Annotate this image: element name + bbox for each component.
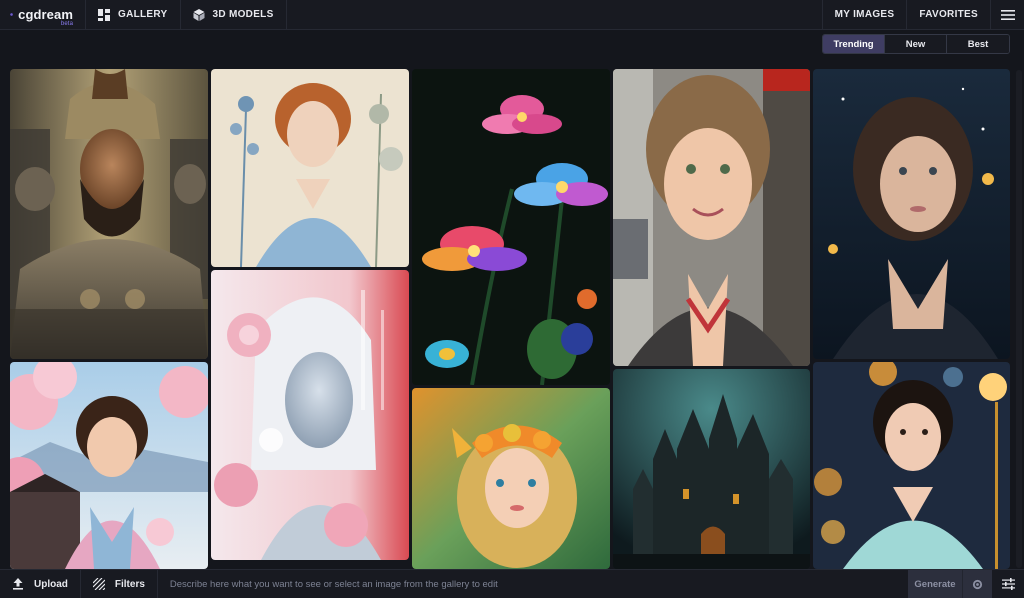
generate-button[interactable]: Generate [908,570,962,598]
cherry-blossom-image [10,362,208,569]
nav-favorites-label: FAVORITES [919,9,978,20]
warrior-image [10,69,208,359]
beta-badge: beta [60,21,73,27]
gallery-image-warrior[interactable] [10,69,208,359]
bokeh-girl-image [813,362,1010,569]
gear-icon [972,579,983,589]
nav-3d-models[interactable]: 3D MODELS [181,0,287,29]
gallery-image-smiling-girl[interactable] [613,69,810,366]
botanical-redhead-image [211,69,409,267]
hamburger-menu-icon [1000,9,1015,20]
filters-stripes-icon [92,578,105,590]
gallery-image-dark-castle[interactable] [613,369,810,569]
sort-toggle-group: Trending New Best [822,34,1010,54]
upload-button[interactable]: Upload [0,570,81,598]
gallery-image-fairy-girl[interactable] [412,388,610,569]
bottom-bar: Upload Filters Generate [0,569,1024,598]
night-woman-image [813,69,1010,359]
brand-name: cgdream beta [18,7,73,27]
hamburger-menu-button[interactable] [990,0,1024,29]
gallery-image-bokeh-girl[interactable] [813,362,1010,569]
generate-settings-button[interactable] [962,570,992,598]
sort-trending-button[interactable]: Trending [823,35,885,53]
advanced-settings-button[interactable] [992,570,1024,598]
nav-gallery[interactable]: GALLERY [86,0,181,29]
ice-woman-image [211,270,409,560]
smiling-girl-image [613,69,810,366]
sort-new-button[interactable]: New [885,35,947,53]
gallery-scrollbar[interactable] [1016,70,1022,568]
dark-castle-image [613,369,810,569]
brand-logo[interactable]: cgdream beta [0,0,86,29]
sort-best-button[interactable]: Best [947,35,1009,53]
nav-favorites[interactable]: FAVORITES [906,0,990,29]
gallery-image-glowing-flowers[interactable] [412,69,610,385]
cube-icon [193,8,205,21]
gallery-image-botanical-redhead[interactable] [211,69,409,267]
glowing-flowers-image [412,69,610,385]
gallery-image-ice-woman[interactable] [211,270,409,560]
nav-gallery-label: GALLERY [118,9,168,20]
cgdream-logo-icon [10,13,13,16]
gallery-image-night-woman[interactable] [813,69,1010,359]
gallery-image-cherry-blossom[interactable] [10,362,208,569]
sliders-icon [1001,578,1015,590]
nav-my-images[interactable]: MY IMAGES [821,0,907,29]
gallery-grid-icon [98,8,110,21]
prompt-input[interactable] [157,570,908,598]
filters-button[interactable]: Filters [81,570,158,598]
upload-icon [13,578,23,590]
fairy-girl-image [412,388,610,569]
nav-my-images-label: MY IMAGES [834,9,895,20]
upload-label: Upload [34,578,68,590]
nav-3d-models-label: 3D MODELS [212,9,274,20]
filters-label: Filters [114,578,145,590]
image-gallery [10,69,1010,569]
top-bar: cgdream beta GALLERY 3D MODELS MY IMAGES… [0,0,1024,30]
